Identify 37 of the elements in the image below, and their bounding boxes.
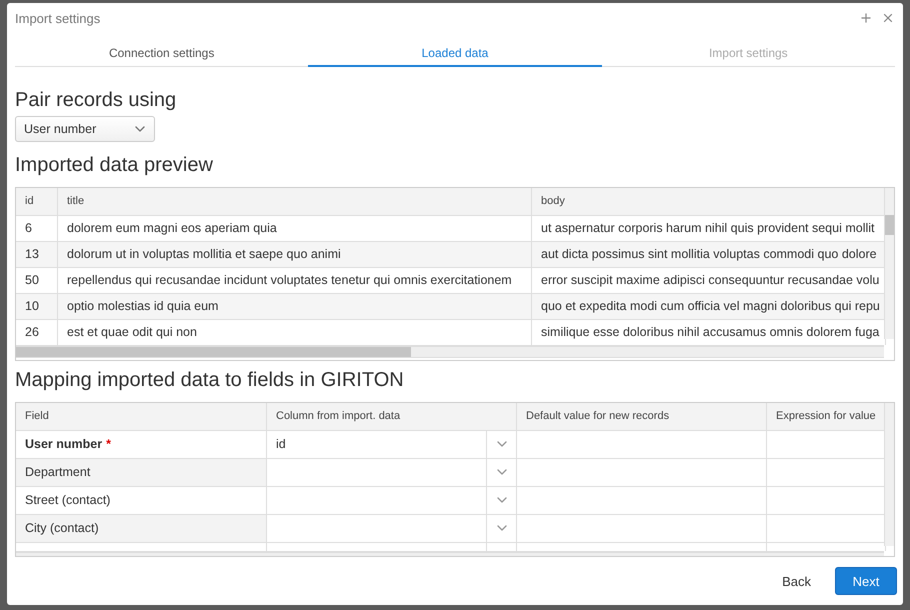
- horizontal-scrollbar[interactable]: [16, 346, 884, 357]
- field-name: Department: [16, 458, 267, 486]
- table-cell: optio molestias id quia eum: [58, 294, 532, 319]
- column-header: Default value for new records: [517, 402, 767, 430]
- scrollbar-thumb[interactable]: [885, 214, 894, 235]
- table-cell: 26: [16, 320, 58, 345]
- table-cell: 50: [16, 268, 58, 293]
- next-button[interactable]: Next: [835, 567, 897, 596]
- column-header: title: [58, 188, 532, 215]
- section-heading: Imported data preview: [15, 154, 214, 177]
- field-name: City (contact): [16, 514, 267, 542]
- scrollbar-thumb[interactable]: [16, 346, 411, 357]
- dialog-title: Import settings: [15, 10, 100, 26]
- section-heading: Pair records using: [15, 88, 178, 112]
- field-name: Street (contact): [16, 486, 267, 514]
- table-cell: 6: [16, 216, 58, 241]
- column-select-value[interactable]: id: [267, 430, 487, 458]
- column-header: id: [16, 188, 58, 215]
- tab[interactable]: Loaded data: [308, 42, 602, 67]
- column-header: Expression for value: [767, 402, 886, 430]
- table-cell: dolorum ut in voluptas mollitia et saepe quo animi: [58, 242, 532, 267]
- pair-select[interactable]: User number: [15, 116, 155, 142]
- table-cell: 10: [16, 294, 58, 319]
- table-cell: 13: [16, 242, 58, 267]
- table-cell: repellendus qui recusandae incidunt voluptates tenetur qui omnis exercitationem: [58, 268, 532, 293]
- tab[interactable]: Connection settings: [15, 42, 308, 67]
- add-icon[interactable]: [859, 11, 873, 26]
- field-name: User number *: [16, 430, 267, 458]
- vertical-scrollbar[interactable]: [884, 402, 894, 546]
- table-cell: est et quae odit qui non: [58, 320, 532, 345]
- back-button[interactable]: Back: [772, 568, 821, 595]
- column-header: Field: [16, 402, 267, 430]
- column-header: body: [532, 188, 886, 215]
- table-cell: dolorem eum magni eos aperiam quia: [58, 216, 532, 241]
- section-heading: Mapping imported data to fields in GIRITON: [15, 368, 405, 392]
- column-header: Column from import. data: [267, 402, 517, 430]
- vertical-scrollbar[interactable]: [884, 188, 894, 339]
